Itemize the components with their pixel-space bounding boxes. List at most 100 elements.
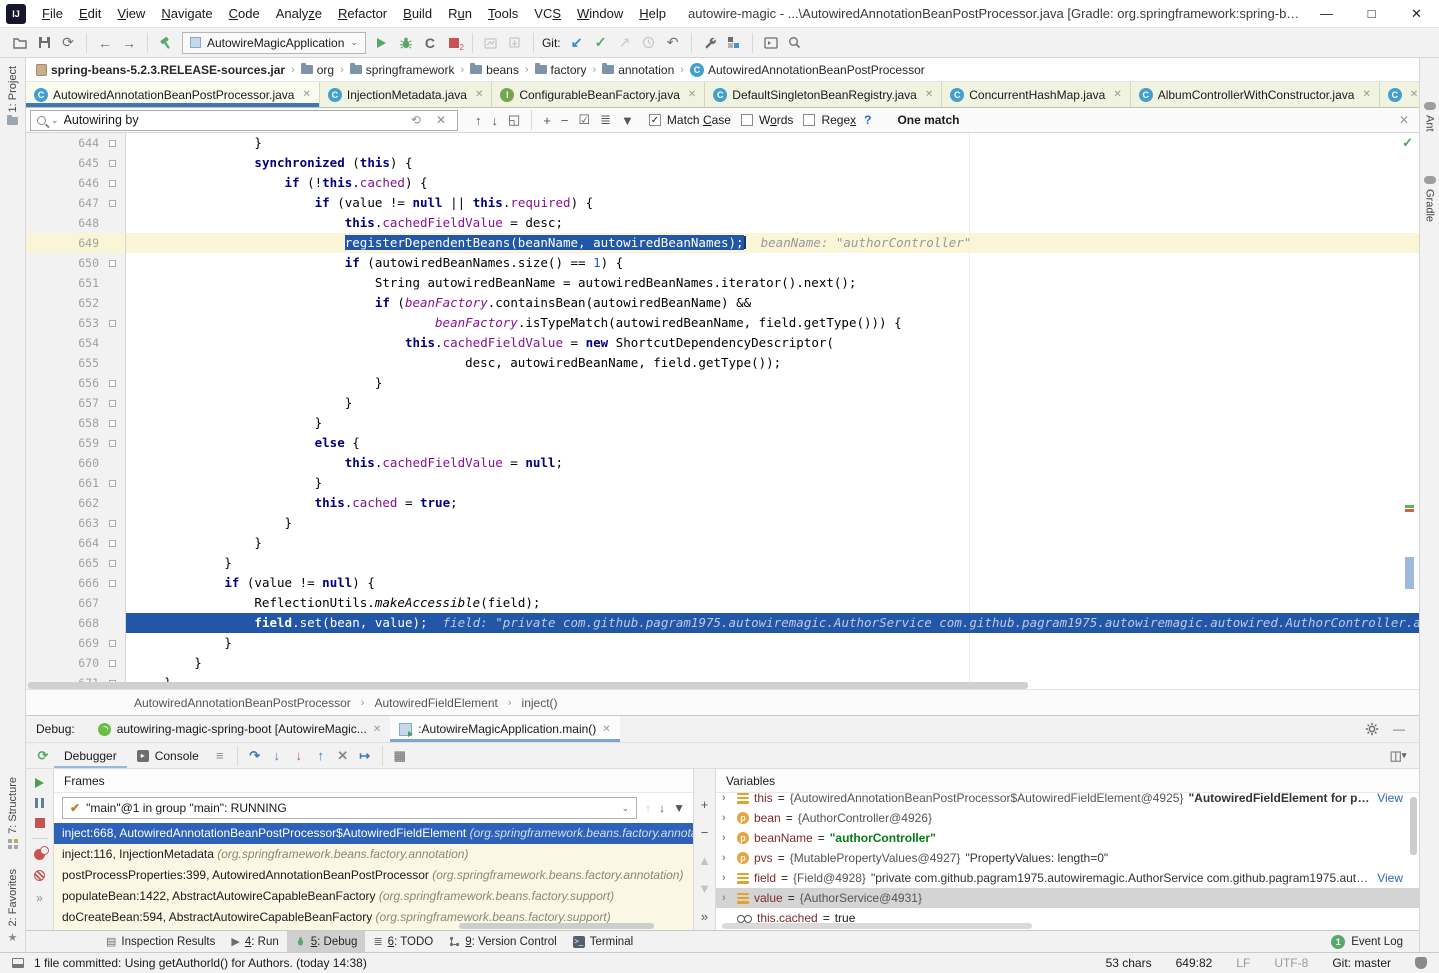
find-previous-icon[interactable]: ↑: [470, 113, 487, 128]
git-update-icon[interactable]: ↙: [565, 31, 589, 55]
thread-select[interactable]: ✔ "main"@1 in group "main": RUNNING ⌄: [62, 797, 637, 819]
close-icon[interactable]: ✕: [373, 724, 381, 735]
step-over-icon[interactable]: ↷: [244, 745, 266, 767]
close-icon[interactable]: ✕: [925, 89, 933, 100]
close-icon[interactable]: ✕: [302, 89, 310, 100]
close-search-icon[interactable]: ✕: [1399, 113, 1409, 127]
save-all-icon[interactable]: [32, 31, 56, 55]
menu-item-refactor[interactable]: Refactor: [330, 0, 395, 28]
favorites-stripe-label[interactable]: 2: Favorites: [7, 869, 19, 926]
attach-profiler-icon[interactable]: [503, 31, 527, 55]
expand-chevron-icon[interactable]: ›: [722, 793, 732, 804]
variable-row[interactable]: ›pbean = {AuthorController@4926}: [716, 808, 1419, 828]
forward-icon[interactable]: →: [117, 31, 141, 55]
open-icon[interactable]: [8, 31, 32, 55]
git-history-icon[interactable]: [637, 31, 661, 55]
regex-checkbox[interactable]: [803, 114, 815, 126]
code-editor[interactable]: 6446456466476486496506516526536546556566…: [26, 133, 1419, 689]
search-field[interactable]: ⌄ ⟲ ✕: [30, 110, 458, 131]
tab-InjectionMetadata.java[interactable]: CInjectionMetadata.java✕: [320, 82, 492, 107]
close-icon[interactable]: ✕: [475, 89, 483, 100]
git-branch[interactable]: Git: master: [1332, 956, 1391, 970]
menu-item-help[interactable]: Help: [631, 0, 674, 28]
run-configuration-select[interactable]: AutowireMagicApplication ⌄: [182, 32, 366, 54]
toolwindow-button-vcs[interactable]: 9: Version Control: [441, 931, 564, 953]
select-all-occurrences-icon[interactable]: ☑: [573, 112, 595, 128]
step-out-icon[interactable]: ↑: [310, 745, 332, 767]
file-encoding[interactable]: UTF-8: [1274, 956, 1308, 970]
frame-row[interactable]: inject:116, InjectionMetadata (org.sprin…: [54, 844, 693, 865]
git-commit-icon[interactable]: ✓: [589, 31, 613, 55]
breadcrumb-item[interactable]: spring-beans-5.2.3.RELEASE-sources.jar: [36, 63, 285, 77]
fold-marker-icon[interactable]: [109, 260, 116, 267]
sync-icon[interactable]: ⟳: [56, 31, 80, 55]
fold-marker-icon[interactable]: [109, 560, 116, 567]
settings-gear-icon[interactable]: [1365, 722, 1379, 736]
find-next-icon[interactable]: ↓: [487, 113, 504, 128]
breadcrumb-item[interactable]: springframework: [350, 63, 455, 77]
structure-stripe-label[interactable]: 7: Structure: [7, 777, 19, 834]
project-structure-icon[interactable]: [722, 31, 746, 55]
toolwindow-button-terminal[interactable]: >_Terminal: [565, 931, 641, 953]
stop-icon[interactable]: [35, 818, 45, 828]
tool-window-toggle-icon[interactable]: [12, 958, 24, 968]
breadcrumb-item[interactable]: AutowiredAnnotationBeanPostProcessor: [134, 696, 351, 710]
add-watch-icon[interactable]: +: [701, 797, 709, 812]
move-watch-up-icon[interactable]: ▲: [698, 853, 711, 868]
filter-lines-icon[interactable]: ≣: [595, 112, 616, 128]
hide-tool-window-icon[interactable]: —: [1393, 722, 1405, 736]
frame-row[interactable]: populateBean:1422, AbstractAutowireCapab…: [54, 886, 693, 907]
tab-console[interactable]: ▸ Console: [127, 743, 209, 769]
more-watches-icon[interactable]: »: [701, 909, 708, 924]
fold-marker-icon[interactable]: [109, 140, 116, 147]
close-icon[interactable]: ✕: [1410, 89, 1418, 100]
regex-help-icon[interactable]: ?: [864, 113, 871, 127]
resume-icon[interactable]: [35, 778, 44, 788]
variable-row[interactable]: ›ppvs = {MutablePropertyValues@4927} "Pr…: [716, 848, 1419, 868]
breadcrumb-item[interactable]: inject(): [522, 696, 558, 710]
fold-marker-icon[interactable]: [109, 540, 116, 547]
prev-frame-icon[interactable]: ↑: [645, 801, 651, 815]
build-hammer-icon[interactable]: [154, 31, 178, 55]
close-icon[interactable]: ✕: [1113, 89, 1121, 100]
run-anything-icon[interactable]: [759, 31, 783, 55]
expand-chevron-icon[interactable]: ›: [722, 812, 732, 824]
debug-icon[interactable]: [394, 31, 418, 55]
variables-horizontal-scrollbar[interactable]: [722, 923, 1032, 929]
menu-item-file[interactable]: File: [34, 0, 71, 28]
search-history-icon[interactable]: ⟲: [406, 113, 426, 127]
git-rollback-icon[interactable]: ↶: [661, 31, 685, 55]
fold-marker-icon[interactable]: [109, 400, 116, 407]
scroll-mark[interactable]: [1405, 509, 1414, 512]
status-message[interactable]: 1 file committed: Using getAuthorld() fo…: [34, 956, 367, 970]
regex-option[interactable]: Regex: [803, 113, 856, 127]
menu-item-navigate[interactable]: Navigate: [153, 0, 220, 28]
fold-marker-icon[interactable]: [109, 660, 116, 667]
variable-row[interactable]: ›value = {AuthorService@4931}: [716, 888, 1419, 908]
layout-menu-icon[interactable]: ≡: [209, 745, 231, 767]
variable-row[interactable]: ›pbeanName = "authorController": [716, 828, 1419, 848]
view-breakpoints-icon[interactable]: [34, 849, 45, 860]
tab-DefaultSingletonBeanRegistry.java[interactable]: CDefaultSingletonBeanRegistry.java✕: [705, 82, 942, 107]
tab-ConfigurableBeanFactory.java[interactable]: IConfigurableBeanFactory.java✕: [492, 82, 705, 107]
toolwindow-button-run[interactable]: ▶4: Run: [223, 931, 286, 953]
clear-search-icon[interactable]: ✕: [431, 113, 451, 127]
frame-row[interactable]: inject:668, AutowiredAnnotationBeanPostP…: [54, 823, 693, 844]
fold-marker-icon[interactable]: [109, 320, 116, 327]
event-log-button[interactable]: 1 Event Log: [1331, 935, 1419, 949]
pause-icon[interactable]: [35, 798, 44, 808]
remove-watch-icon[interactable]: −: [701, 825, 709, 840]
tab-AlbumControllerWithConstructor.java[interactable]: CAlbumControllerWithConstructor.java✕: [1131, 82, 1380, 107]
fold-marker-icon[interactable]: [109, 580, 116, 587]
remove-occurrence-icon[interactable]: −: [556, 113, 574, 128]
fold-marker-icon[interactable]: [109, 420, 116, 427]
back-icon[interactable]: ←: [93, 31, 117, 55]
rerun-icon[interactable]: ⟳: [32, 745, 54, 767]
caret-position[interactable]: 649:82: [1176, 956, 1213, 970]
match-case-checkbox[interactable]: ✓: [649, 114, 661, 126]
view-link[interactable]: View: [1377, 871, 1419, 885]
toolwindow-button-todo[interactable]: ≣6: TODO: [365, 931, 441, 953]
menu-item-build[interactable]: Build: [395, 0, 440, 28]
profiler-icon[interactable]: [479, 31, 503, 55]
tab-debugger[interactable]: Debugger: [54, 743, 127, 769]
